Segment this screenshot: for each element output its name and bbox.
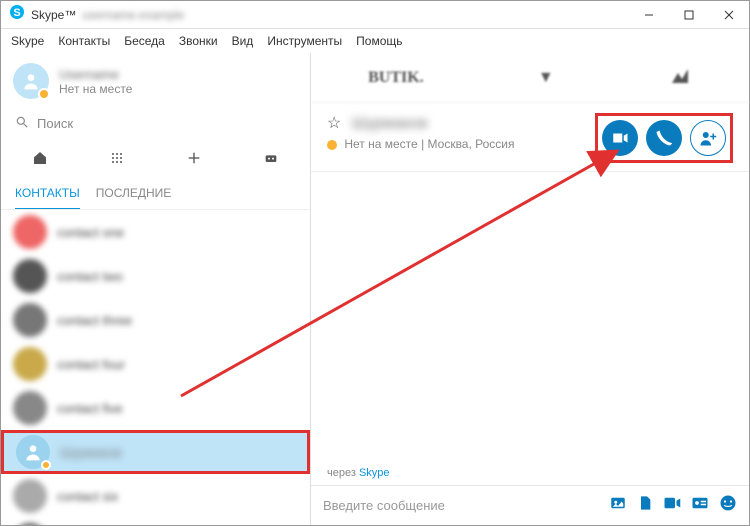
ad-banner[interactable]: BUTIK. ▼ — [311, 53, 749, 103]
self-avatar — [13, 63, 49, 99]
sidebar-toolbar — [1, 138, 310, 178]
via-label: через Skype — [327, 467, 390, 479]
menu-skype[interactable]: Skype — [11, 34, 44, 48]
conversation-panel: BUTIK. ▼ ☆ Шурмаков Нет на месте | Москв… — [311, 53, 749, 525]
status-away-icon — [327, 140, 337, 150]
menu-conversation[interactable]: Беседа — [124, 34, 165, 48]
search-icon — [15, 115, 29, 132]
contact-card-icon[interactable] — [691, 496, 709, 515]
video-message-icon[interactable] — [663, 496, 681, 515]
menu-bar: Skype Контакты Беседа Звонки Вид Инструм… — [1, 29, 749, 53]
self-status: Нет на месте — [59, 82, 132, 96]
chat-header: ☆ Шурмаков Нет на месте | Москва, Россия — [311, 103, 749, 172]
skype-logo-icon: S — [9, 4, 25, 25]
window-subtitle: username.example — [82, 8, 184, 22]
banner-icon — [668, 65, 692, 90]
svg-text:S: S — [13, 7, 20, 19]
tab-contacts[interactable]: КОНТАКТЫ — [15, 178, 80, 210]
video-call-button[interactable] — [602, 120, 638, 156]
search-box[interactable]: Поиск — [1, 109, 310, 138]
call-buttons-group — [595, 113, 733, 163]
add-participant-button[interactable] — [690, 120, 726, 156]
favorite-star-icon[interactable]: ☆ — [327, 115, 341, 132]
tab-recent[interactable]: ПОСЛЕДНИЕ — [96, 178, 172, 210]
contact-list: contact one contact two contact three co… — [1, 209, 310, 525]
menu-help[interactable]: Помощь — [356, 34, 402, 48]
send-file-icon[interactable] — [637, 494, 653, 517]
menu-tools[interactable]: Инструменты — [267, 34, 342, 48]
maximize-button[interactable] — [669, 1, 709, 28]
minimize-button[interactable] — [629, 1, 669, 28]
status-away-icon — [41, 460, 51, 470]
contact-item[interactable]: contact four — [1, 342, 310, 386]
menu-calls[interactable]: Звонки — [179, 34, 218, 48]
sidebar: Username Нет на месте Поиск КОНТАКТЫ ПОС… — [1, 53, 311, 525]
message-input[interactable]: Введите сообщение — [323, 498, 599, 513]
close-button[interactable] — [709, 1, 749, 28]
profile-block[interactable]: Username Нет на месте — [1, 53, 310, 109]
voice-call-button[interactable] — [646, 120, 682, 156]
title-bar: S Skype™ username.example — [1, 1, 749, 29]
send-photo-icon[interactable] — [609, 494, 627, 517]
contact-item[interactable]: contact one — [1, 210, 310, 254]
search-placeholder: Поиск — [37, 116, 73, 131]
window-title: Skype™ — [31, 8, 76, 22]
contact-avatar — [16, 435, 50, 469]
contact-item[interactable]: contact six — [1, 474, 310, 518]
message-input-bar: Введите сообщение — [311, 485, 749, 525]
contact-item[interactable]: contact three — [1, 298, 310, 342]
menu-view[interactable]: Вид — [232, 34, 254, 48]
chat-contact-name: Шурмаков — [352, 115, 428, 133]
new-button[interactable] — [184, 148, 204, 168]
chat-status-line: Нет на месте | Москва, Россия — [327, 137, 595, 151]
emoji-icon[interactable] — [719, 494, 737, 517]
banner-brand: BUTIK. — [368, 69, 424, 87]
contact-item-selected[interactable]: Шурмаков — [1, 430, 310, 474]
status-away-icon — [38, 88, 50, 100]
bot-button[interactable] — [261, 148, 281, 168]
via-skype-link[interactable]: Skype — [359, 467, 390, 479]
dialpad-button[interactable] — [107, 148, 127, 168]
contact-item[interactable]: contact five — [1, 386, 310, 430]
home-button[interactable] — [30, 148, 50, 168]
contact-item[interactable]: contact seven — [1, 518, 310, 525]
menu-contacts[interactable]: Контакты — [58, 34, 110, 48]
sidebar-tabs: КОНТАКТЫ ПОСЛЕДНИЕ — [1, 178, 310, 210]
self-name: Username — [59, 67, 132, 82]
contact-item[interactable]: contact two — [1, 254, 310, 298]
banner-icon: ▼ — [538, 69, 554, 87]
conversation-area: через Skype — [311, 172, 749, 485]
